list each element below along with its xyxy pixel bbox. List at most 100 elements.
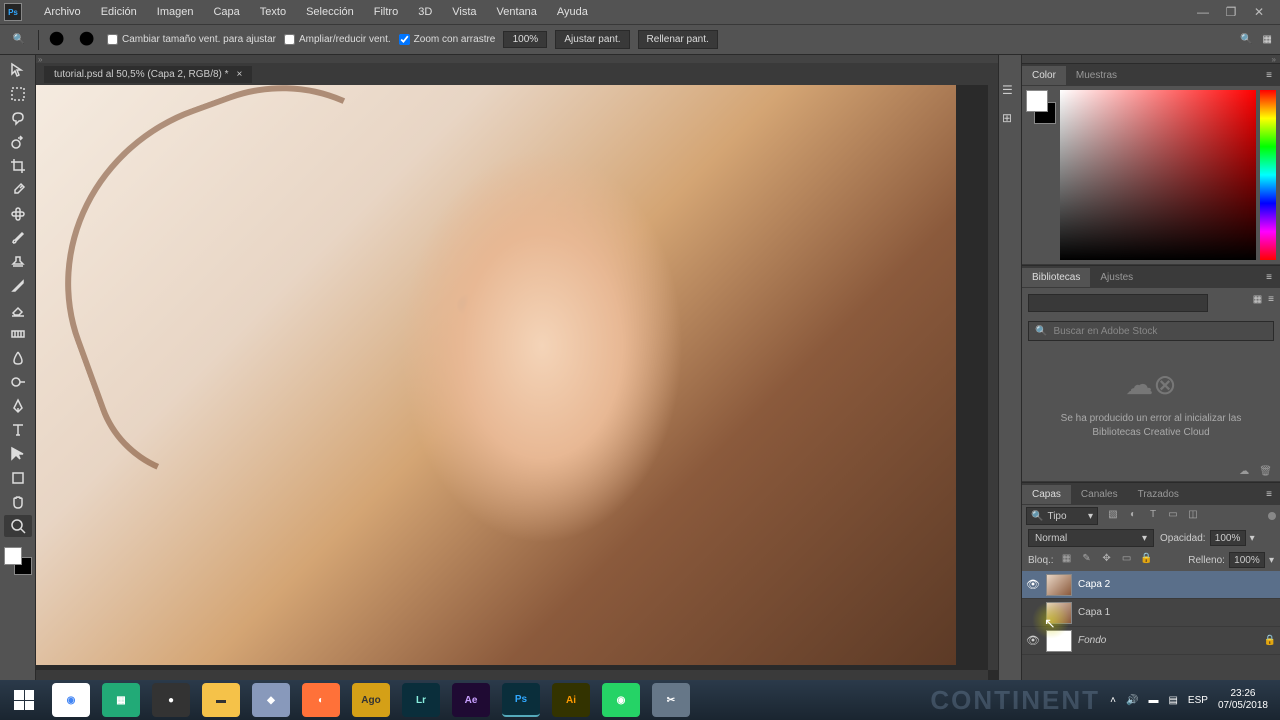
layer-row[interactable]: 👁 Fondo 🔒 bbox=[1022, 627, 1280, 655]
menu-window[interactable]: Ventana bbox=[487, 6, 547, 18]
workspace-icon[interactable]: ▦ bbox=[1263, 34, 1272, 45]
taskbar-app-explorer[interactable]: ▦ bbox=[102, 683, 140, 717]
resize-window-checkbox[interactable]: Cambiar tamaño vent. para ajustar bbox=[107, 34, 276, 45]
current-tool-icon[interactable]: 🔍 bbox=[8, 29, 30, 51]
filter-shape-icon[interactable]: ▭ bbox=[1166, 509, 1180, 523]
minimize-button[interactable]: — bbox=[1196, 5, 1210, 19]
layer-name[interactable]: Capa 2 bbox=[1078, 579, 1110, 590]
lock-all-icon[interactable]: 🔒 bbox=[1140, 553, 1154, 567]
lasso-tool[interactable] bbox=[4, 107, 32, 129]
visibility-toggle[interactable]: 👁 bbox=[1026, 634, 1040, 647]
layer-thumbnail[interactable] bbox=[1046, 630, 1072, 652]
libraries-panel-menu-icon[interactable]: ≡ bbox=[1258, 272, 1280, 283]
hue-slider[interactable] bbox=[1260, 90, 1276, 260]
gradient-tool[interactable] bbox=[4, 323, 32, 345]
start-button[interactable] bbox=[4, 682, 44, 718]
eyedropper-tool[interactable] bbox=[4, 179, 32, 201]
tray-expand-icon[interactable]: ˄ bbox=[1110, 695, 1116, 706]
color-panel-menu-icon[interactable]: ≡ bbox=[1258, 70, 1280, 81]
marquee-tool[interactable] bbox=[4, 83, 32, 105]
zoom-percentage-input[interactable]: 100% bbox=[503, 31, 547, 48]
menu-text[interactable]: Texto bbox=[250, 6, 296, 18]
paths-tab[interactable]: Trazados bbox=[1128, 485, 1189, 504]
libraries-tab[interactable]: Bibliotecas bbox=[1022, 268, 1090, 287]
layer-thumbnail[interactable] bbox=[1046, 602, 1072, 624]
color-foreground[interactable] bbox=[1026, 90, 1048, 112]
taskbar-app-ps[interactable]: Ps bbox=[502, 683, 540, 717]
adjustments-tab[interactable]: Ajustes bbox=[1090, 268, 1143, 287]
color-tab[interactable]: Color bbox=[1022, 66, 1066, 85]
vertical-scrollbar[interactable] bbox=[988, 85, 998, 670]
search-icon[interactable]: 🔍 bbox=[1240, 34, 1252, 45]
menu-filter[interactable]: Filtro bbox=[364, 6, 408, 18]
color-swatches[interactable] bbox=[4, 547, 32, 575]
channels-tab[interactable]: Canales bbox=[1071, 485, 1128, 504]
visibility-toggle[interactable]: 👁 bbox=[1026, 578, 1040, 591]
taskbar-app-chrome[interactable]: ◉ bbox=[52, 683, 90, 717]
zoom-out-icon[interactable] bbox=[77, 29, 99, 51]
menu-layer[interactable]: Capa bbox=[203, 6, 249, 18]
taskbar-app-ae[interactable]: Ae bbox=[452, 683, 490, 717]
canvas[interactable] bbox=[36, 85, 956, 665]
swatches-tab[interactable]: Muestras bbox=[1066, 66, 1127, 85]
color-field[interactable] bbox=[1060, 90, 1256, 260]
grid-view-icon[interactable]: ▦ bbox=[1253, 294, 1262, 305]
taskbar-app-ago[interactable]: Ago bbox=[352, 683, 390, 717]
crop-tool[interactable] bbox=[4, 155, 32, 177]
layer-row[interactable]: 👁 Capa 2 bbox=[1022, 571, 1280, 599]
type-tool[interactable] bbox=[4, 419, 32, 441]
menu-edit[interactable]: Edición bbox=[91, 6, 147, 18]
taskbar-app-obs[interactable]: ● bbox=[152, 683, 190, 717]
menu-3d[interactable]: 3D bbox=[408, 6, 442, 18]
move-tool[interactable] bbox=[4, 59, 32, 81]
filter-pixel-icon[interactable]: ▧ bbox=[1106, 509, 1120, 523]
taskbar-app-lr[interactable]: Lr bbox=[402, 683, 440, 717]
taskbar-app-whatsapp[interactable]: ◉ bbox=[602, 683, 640, 717]
library-dropdown[interactable] bbox=[1028, 294, 1208, 312]
menu-select[interactable]: Selección bbox=[296, 6, 364, 18]
history-brush-tool[interactable] bbox=[4, 275, 32, 297]
language-indicator[interactable]: ESP bbox=[1188, 695, 1208, 706]
lock-transparency-icon[interactable]: ▦ bbox=[1060, 553, 1074, 567]
fit-screen-button[interactable]: Ajustar pant. bbox=[555, 30, 629, 49]
menu-image[interactable]: Imagen bbox=[147, 6, 204, 18]
healing-tool[interactable] bbox=[4, 203, 32, 225]
taskbar-app-firefox[interactable]: ◐ bbox=[302, 683, 340, 717]
quick-select-tool[interactable] bbox=[4, 131, 32, 153]
close-button[interactable]: ✕ bbox=[1252, 5, 1266, 19]
filter-smart-icon[interactable]: ◫ bbox=[1186, 509, 1200, 523]
menu-file[interactable]: Archivo bbox=[34, 6, 91, 18]
lock-artboard-icon[interactable]: ▭ bbox=[1120, 553, 1134, 567]
foreground-color[interactable] bbox=[4, 547, 22, 565]
layers-panel-menu-icon[interactable]: ≡ bbox=[1258, 489, 1280, 500]
blend-mode-dropdown[interactable]: Normal▾ bbox=[1028, 529, 1154, 547]
opacity-input[interactable]: 100% bbox=[1210, 530, 1246, 546]
filter-adjust-icon[interactable]: ◐ bbox=[1126, 509, 1140, 523]
delete-library-icon[interactable]: 🗑 bbox=[1259, 466, 1272, 477]
close-tab-icon[interactable]: × bbox=[237, 69, 243, 80]
document-tab[interactable]: tutorial.psd al 50,5% (Capa 2, RGB/8) * … bbox=[44, 66, 252, 83]
history-panel-icon[interactable]: ☰ bbox=[1002, 83, 1018, 99]
blur-tool[interactable] bbox=[4, 347, 32, 369]
layer-row[interactable]: Capa 1 bbox=[1022, 599, 1280, 627]
taskbar-app-netbeans[interactable]: ◆ bbox=[252, 683, 290, 717]
dodge-tool[interactable] bbox=[4, 371, 32, 393]
lock-paint-icon[interactable]: ✎ bbox=[1080, 553, 1094, 567]
fill-screen-button[interactable]: Rellenar pant. bbox=[638, 30, 718, 49]
action-center-icon[interactable]: ▤ bbox=[1168, 695, 1177, 706]
zoom-all-checkbox[interactable]: Ampliar/reducir vent. bbox=[284, 34, 391, 45]
stock-search-input[interactable]: 🔍 Buscar en Adobe Stock bbox=[1028, 321, 1274, 341]
layer-filter-dropdown[interactable]: 🔍Tipo▾ bbox=[1026, 507, 1098, 525]
zoom-tool[interactable] bbox=[4, 515, 32, 537]
clock[interactable]: 23:26 07/05/2018 bbox=[1218, 688, 1268, 712]
filter-type-icon[interactable]: T bbox=[1146, 509, 1160, 523]
pen-tool[interactable] bbox=[4, 395, 32, 417]
zoom-in-icon[interactable] bbox=[47, 29, 69, 51]
network-icon[interactable]: ▬ bbox=[1148, 695, 1158, 706]
layer-name[interactable]: Fondo bbox=[1078, 635, 1106, 646]
menu-view[interactable]: Vista bbox=[442, 6, 486, 18]
horizontal-scrollbar[interactable] bbox=[36, 670, 988, 680]
taskbar-app-ai[interactable]: Ai bbox=[552, 683, 590, 717]
eraser-tool[interactable] bbox=[4, 299, 32, 321]
stamp-tool[interactable] bbox=[4, 251, 32, 273]
